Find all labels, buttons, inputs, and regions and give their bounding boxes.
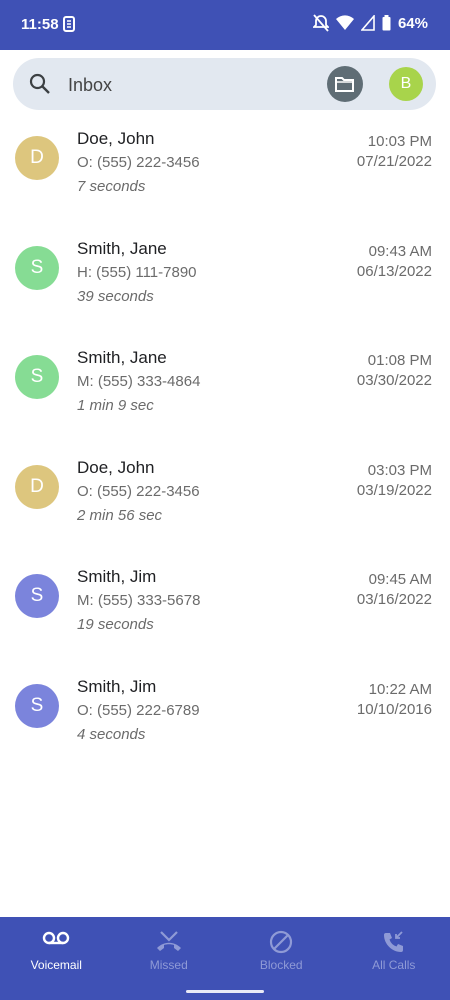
- voicemail-duration: 19 seconds: [77, 616, 154, 633]
- voicemail-duration: 4 seconds: [77, 725, 146, 743]
- voicemail-date: 03/30/2022: [356, 372, 432, 389]
- voicemail-list-item[interactable]: S Smith, Jim M: (555) 333-5678 19 seconds 09…: [0, 556, 450, 666]
- nav-blocked[interactable]: Blocked: [225, 917, 338, 1000]
- voicemail-list-item[interactable]: D Doe, John O: (555) 222-3456 2 min 56 sec 0…: [0, 447, 450, 557]
- phone-number: O: (555) 222-6789: [77, 701, 200, 719]
- nav-all-calls-label: All Calls: [372, 958, 416, 972]
- contact-avatar: D: [15, 464, 59, 509]
- folder-button[interactable]: [327, 66, 363, 102]
- voicemail-duration: 39 seconds: [77, 287, 154, 305]
- nav-voicemail-label: Voicemail: [30, 958, 82, 972]
- bell-off-icon: [312, 14, 329, 32]
- voicemail-time: 03:03 PM: [367, 461, 432, 479]
- voicemail-duration: 7 seconds: [77, 178, 146, 195]
- nav-all-calls[interactable]: All Calls: [338, 917, 450, 1000]
- home-indicator[interactable]: [186, 990, 264, 993]
- contact-avatar: S: [15, 574, 59, 618]
- voicemail-duration: 1 min 9 sec: [77, 397, 154, 414]
- voicemail-time: 01:08 PM: [367, 352, 432, 369]
- contact-name: Doe, John: [77, 457, 155, 477]
- search-icon[interactable]: [29, 73, 51, 100]
- voicemail-time: 10:22 AM: [368, 680, 432, 698]
- voicemail-time: 09:43 AM: [368, 242, 432, 260]
- missed-call-icon: [155, 930, 183, 957]
- signal-icon: [360, 15, 375, 31]
- status-icons: 64%: [312, 14, 428, 32]
- folder-icon: [335, 77, 354, 92]
- voicemail-list: D Doe, John O: (555) 222-3456 7 seconds 10:0…: [0, 118, 450, 775]
- voicemail-list-item[interactable]: S Smith, Jim O: (555) 222-6789 4 seconds 10:…: [0, 666, 450, 776]
- phone-number: M: (555) 333-5678: [77, 592, 201, 609]
- nav-voicemail[interactable]: Voicemail: [0, 917, 113, 1000]
- battery-icon: [382, 15, 391, 31]
- contact-name: Smith, Jane: [77, 348, 167, 367]
- voicemail-time: 10:03 PM: [367, 133, 432, 150]
- contact-name: Smith, Jane: [77, 238, 167, 258]
- voicemail-list-item[interactable]: S Smith, Jane H: (555) 111-7890 39 seconds 0…: [0, 228, 450, 338]
- contact-avatar: D: [15, 136, 59, 180]
- contact-avatar: S: [15, 355, 59, 399]
- phone-number: O: (555) 222-3456: [77, 154, 200, 171]
- call-log-icon: [382, 930, 406, 959]
- battery-percent: 64%: [397, 14, 428, 32]
- status-bar: 11:58 64%: [0, 0, 450, 50]
- bottom-navigation: Voicemail Missed Blocked All Calls: [0, 917, 450, 1000]
- nav-missed[interactable]: Missed: [113, 917, 226, 1000]
- phone-number: O: (555) 222-3456: [77, 482, 200, 500]
- voicemail-date: 10/10/2016: [356, 700, 432, 718]
- nav-blocked-label: Blocked: [259, 958, 303, 972]
- phone-number: H: (555) 111-7890: [77, 263, 197, 281]
- contact-name: Doe, John: [77, 129, 155, 148]
- voicemail-date: 03/19/2022: [356, 481, 432, 499]
- voicemail-date: 07/21/2022: [356, 153, 432, 170]
- voicemail-list-item[interactable]: D Doe, John O: (555) 222-3456 7 seconds 10:0…: [0, 118, 450, 228]
- voicemail-duration: 2 min 56 sec: [77, 506, 163, 524]
- app-notification-icon: [62, 15, 76, 38]
- status-time: 11:58: [21, 16, 59, 33]
- wifi-icon: [335, 15, 354, 31]
- contact-name: Smith, Jim: [77, 567, 157, 586]
- contact-name: Smith, Jim: [77, 676, 157, 696]
- nav-missed-label: Missed: [149, 958, 188, 972]
- voicemail-icon: [42, 930, 70, 951]
- contact-avatar: S: [15, 683, 59, 728]
- account-avatar[interactable]: B: [389, 67, 423, 101]
- phone-number: M: (555) 333-4864: [77, 373, 201, 390]
- search-input[interactable]: [66, 71, 310, 99]
- blocked-icon: [269, 930, 293, 959]
- voicemail-time: 09:45 AM: [368, 571, 432, 588]
- voicemail-date: 03/16/2022: [356, 591, 432, 608]
- voicemail-list-item[interactable]: S Smith, Jane M: (555) 333-4864 1 min 9 sec…: [0, 337, 450, 447]
- search-bar[interactable]: B: [13, 58, 436, 110]
- contact-avatar: S: [15, 245, 59, 290]
- voicemail-date: 06/13/2022: [356, 262, 432, 280]
